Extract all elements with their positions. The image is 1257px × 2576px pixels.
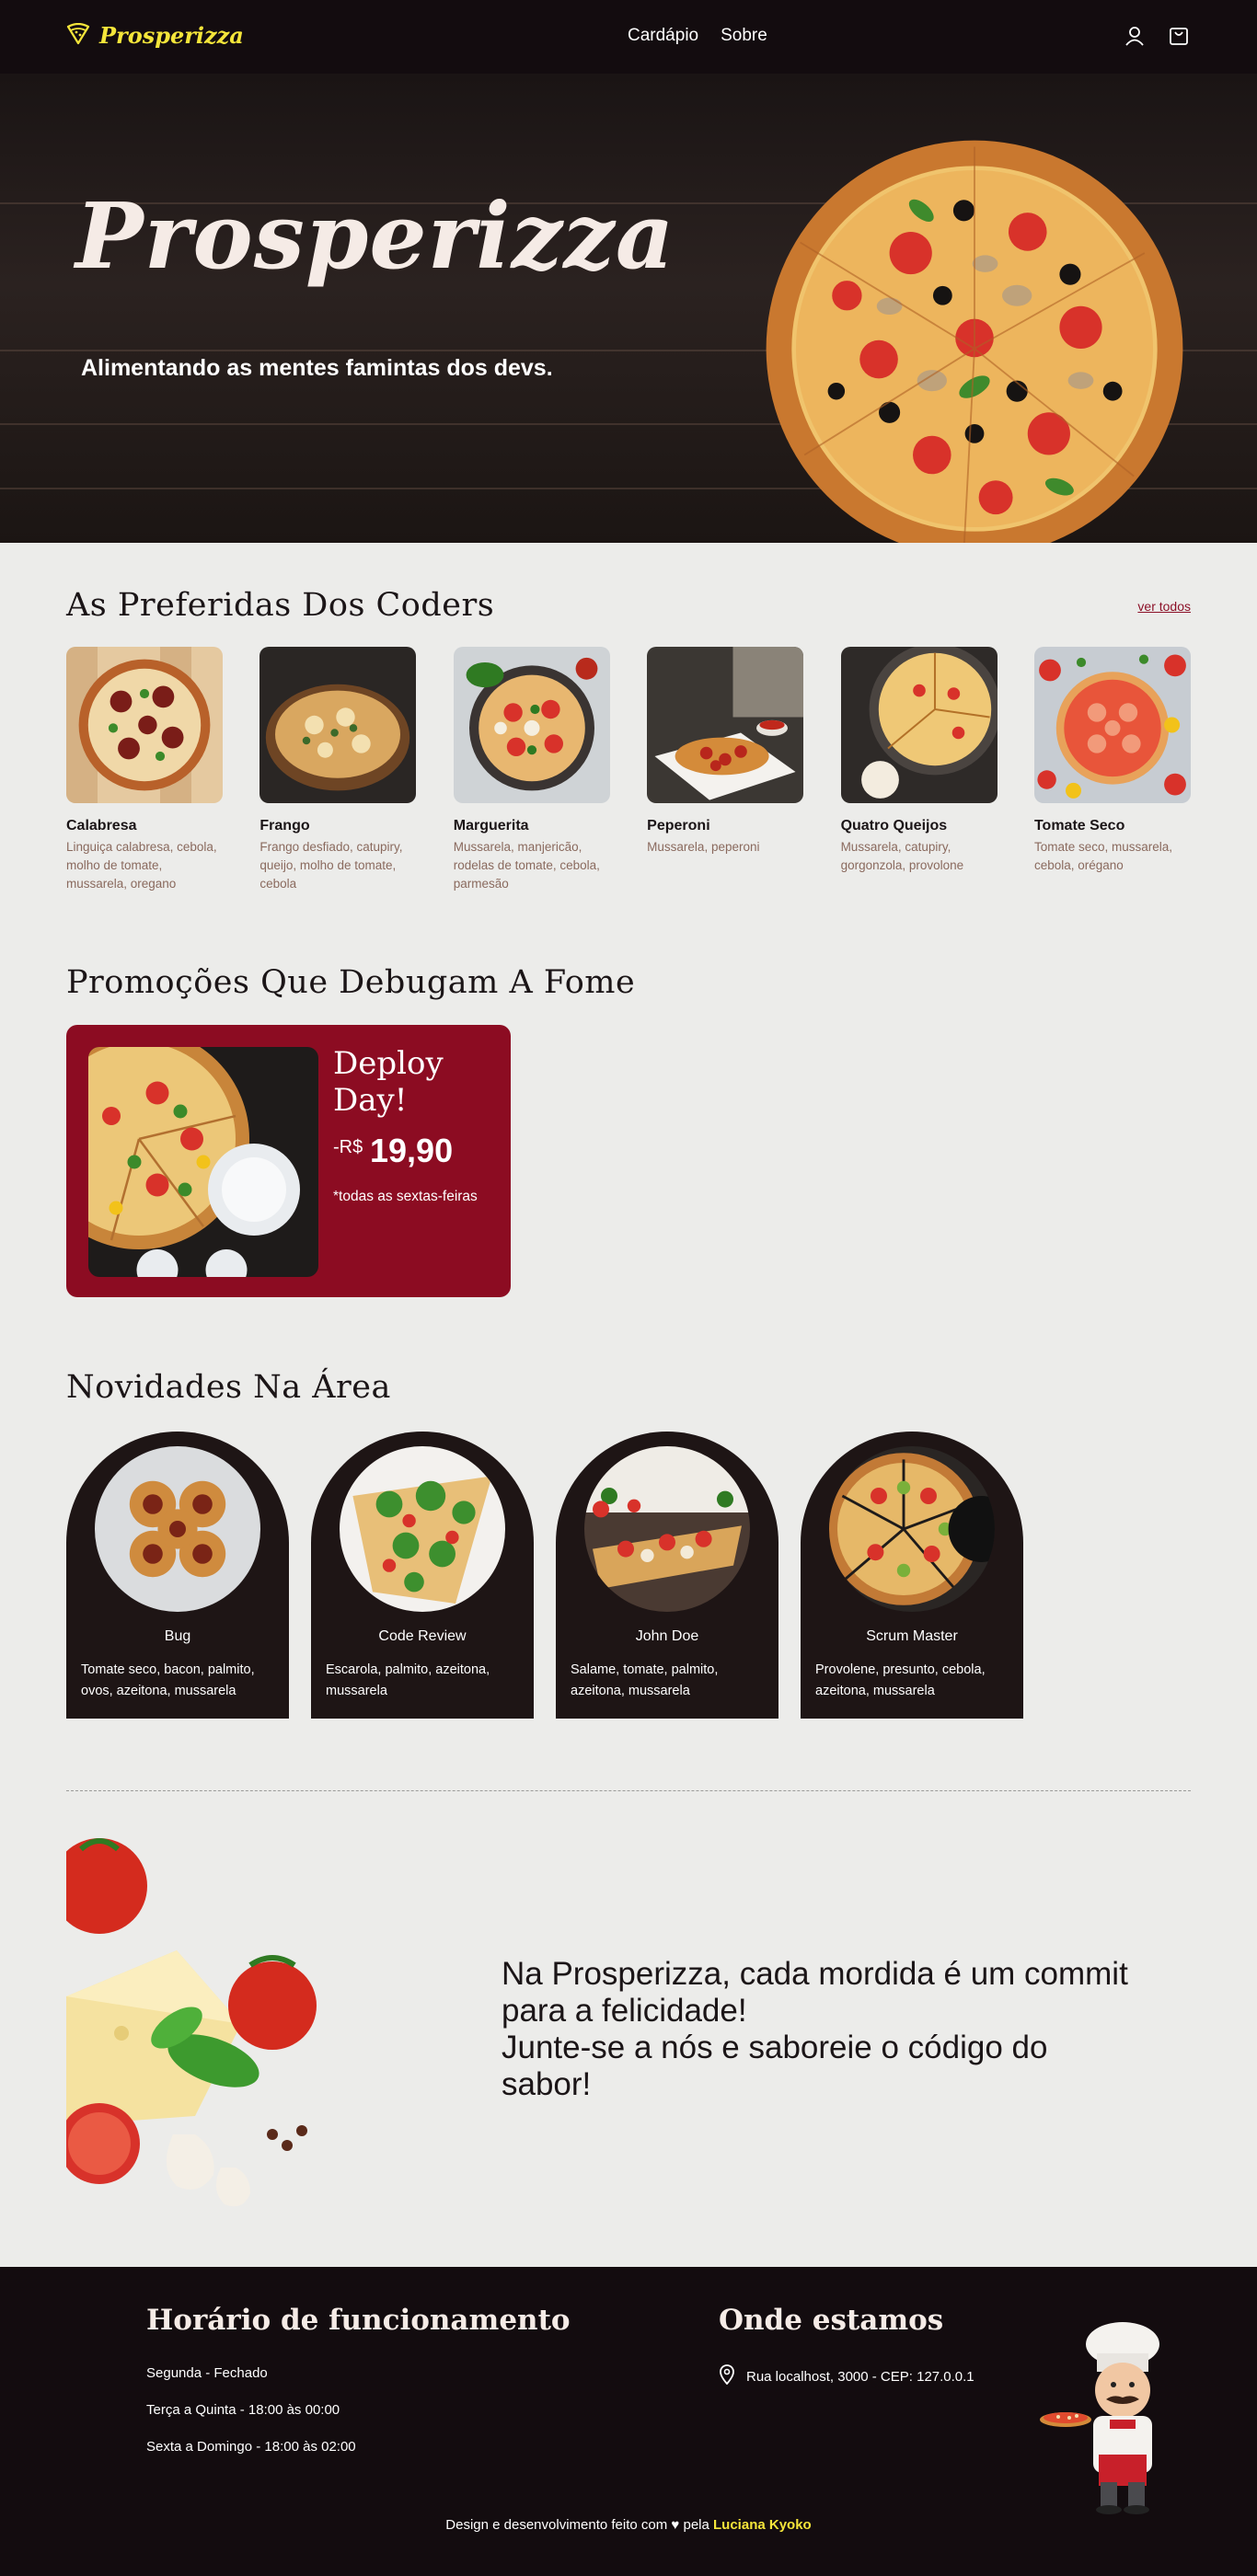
slogan-line-2: Junte-se a nós e saboreie o código do sa… [502, 2030, 1048, 2102]
news-name: Scrum Master [866, 1628, 958, 1644]
user-icon[interactable] [1123, 24, 1147, 48]
quatro-queijos-image [840, 647, 998, 803]
author-link[interactable]: Luciana Kyoko [713, 2517, 812, 2533]
promotions-title: Promoções Que Debugam A Fome [66, 964, 636, 1001]
hero-pizza-image [766, 140, 1183, 543]
promo-pizza-image [88, 1047, 318, 1277]
news-title: Novidades Na Área [66, 1369, 391, 1406]
promo-card[interactable]: Deploy Day! -R$ 19,90 *todas as sextas-f… [66, 1025, 511, 1297]
bug-pizza-image [95, 1446, 260, 1612]
slogan: Na Prosperizza, cada mordida é um commit… [502, 1956, 1182, 2103]
opening-hours: Segunda - Fechado Terça a Quinta - 18:00… [146, 2364, 356, 2475]
news-card-bug[interactable]: Bug Tomate seco, bacon, palmito, ovos, a… [66, 1432, 289, 1719]
product-card-calabresa[interactable]: Calabresa Linguiça calabresa, cebola, mo… [66, 647, 223, 893]
code-review-pizza-image [340, 1446, 505, 1612]
product-name: Marguerita [453, 818, 529, 834]
news-description: Provolene, presunto, cebola, azeitona, m… [815, 1662, 986, 1698]
site-footer: Horário de funcionamento Segunda - Fecha… [0, 2267, 1257, 2576]
news-name: John Doe [635, 1628, 699, 1644]
product-description: Mussarela, catupiry, gorgonzola, provolo… [840, 840, 964, 872]
news-description: Escarola, palmito, azeitona, mussarela [326, 1662, 490, 1698]
product-name: Frango [259, 818, 310, 834]
john-doe-pizza-image [584, 1446, 750, 1612]
product-name: Peperoni [647, 818, 710, 834]
peperoni-image [647, 647, 804, 803]
news-card-john-doe[interactable]: John Doe Salame, tomate, palmito, azeito… [556, 1432, 778, 1719]
news-name: Code Review [378, 1628, 467, 1644]
product-card-frango[interactable]: Frango Frango desfiado, catupiry, queijo… [259, 647, 417, 893]
cart-icon[interactable] [1167, 24, 1191, 48]
logo-text: Prosperizza [99, 22, 244, 49]
frango-image [259, 647, 417, 803]
news-name: Bug [164, 1628, 191, 1644]
hours-title: Horário de funcionamento [146, 2304, 571, 2337]
news-card-code-review[interactable]: Code Review Escarola, palmito, azeitona,… [311, 1432, 534, 1719]
main-nav: Cardápio Sobre [628, 26, 767, 46]
promo-note: *todas as sextas-feiras [333, 1189, 478, 1204]
product-card-quatro-queijos[interactable]: Quatro Queijos Mussarela, catupiry, gorg… [840, 647, 998, 893]
credits-text: Design e desenvolvimento feito com ♥ pel… [445, 2517, 709, 2533]
product-description: Linguiça calabresa, cebola, molho de tom… [66, 840, 217, 891]
address-text: Rua localhost, 3000 - CEP: 127.0.0.1 [746, 2368, 974, 2385]
header-actions [1123, 24, 1191, 48]
promo-price: 19,90 [370, 1132, 454, 1169]
location-title: Onde estamos [719, 2304, 944, 2337]
product-description: Frango desfiado, catupiry, queijo, molho… [259, 840, 403, 891]
location-pin-icon [719, 2364, 735, 2388]
favorites-list: Calabresa Linguiça calabresa, cebola, mo… [66, 647, 1191, 893]
hero-banner: Prosperizza Alimentando as mentes famint… [0, 74, 1257, 543]
promo-currency: -R$ [333, 1137, 363, 1157]
product-card-marguerita[interactable]: Marguerita Mussarela, manjericão, rodela… [453, 647, 610, 893]
logo[interactable]: Prosperizza [66, 22, 244, 49]
product-name: Calabresa [66, 818, 137, 834]
hours-tue-thu: Terça a Quinta - 18:00 às 00:00 [146, 2402, 340, 2418]
nav-sobre[interactable]: Sobre [721, 26, 767, 46]
chef-illustration [1040, 2322, 1159, 2514]
promo-title: Deploy Day! [333, 1045, 444, 1119]
tomate-seco-image [1033, 647, 1191, 803]
address: Rua localhost, 3000 - CEP: 127.0.0.1 [719, 2364, 974, 2388]
calabresa-image [66, 647, 223, 803]
product-name: Quatro Queijos [840, 818, 948, 834]
favorites-title: As Preferidas Dos Coders [66, 587, 495, 624]
product-name: Tomate Seco [1033, 818, 1125, 834]
product-description: Tomate seco, mussarela, cebola, orégano [1033, 840, 1173, 872]
news-description: Salame, tomate, palmito, azeitona, mussa… [571, 1662, 719, 1698]
credits: Design e desenvolvimento feito com ♥ pel… [0, 2517, 1257, 2533]
news-description: Tomate seco, bacon, palmito, ovos, azeit… [81, 1662, 255, 1698]
product-card-tomate-seco[interactable]: Tomate Seco Tomate seco, mussarela, cebo… [1033, 647, 1191, 893]
marguerita-image [453, 647, 610, 803]
site-header: Prosperizza Cardápio Sobre [0, 0, 1257, 74]
ingredients-illustration [66, 1838, 317, 2207]
hero-title: Prosperizza [75, 184, 675, 290]
slogan-line-1: Na Prosperizza, cada mordida é um commit… [502, 1956, 1128, 2029]
product-description: Mussarela, peperoni [647, 840, 760, 854]
hero-subtitle: Alimentando as mentes famintas dos devs. [81, 355, 553, 381]
news-list: Bug Tomate seco, bacon, palmito, ovos, a… [66, 1432, 1023, 1719]
hours-fri-sun: Sexta a Domingo - 18:00 às 02:00 [146, 2439, 356, 2455]
hours-monday: Segunda - Fechado [146, 2365, 268, 2381]
product-description: Mussarela, manjericão, rodelas de tomate… [453, 840, 600, 891]
scrum-master-pizza-image [829, 1446, 995, 1612]
news-card-scrum-master[interactable]: Scrum Master Provolene, presunto, cebola… [801, 1432, 1023, 1719]
see-all-link[interactable]: ver todos [1137, 599, 1191, 614]
nav-cardapio[interactable]: Cardápio [628, 26, 698, 46]
section-divider [66, 1790, 1191, 1791]
product-card-peperoni[interactable]: Peperoni Mussarela, peperoni [647, 647, 804, 893]
pizza-slice-icon [66, 22, 90, 49]
